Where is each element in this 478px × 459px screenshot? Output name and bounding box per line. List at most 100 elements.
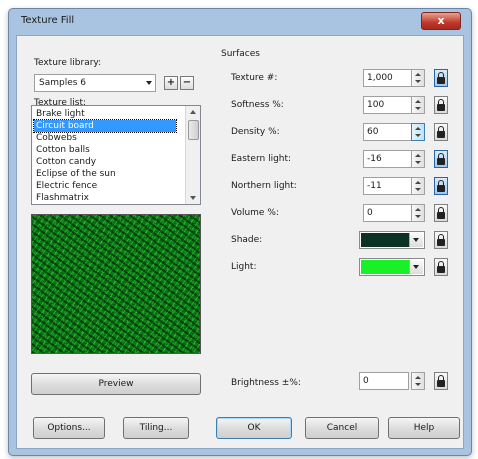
lock-icon-body xyxy=(437,266,445,273)
arrow-down-icon xyxy=(415,80,421,83)
texture-number-label: Texture #: xyxy=(231,73,278,83)
texture-number-value: 1,000 xyxy=(367,73,393,83)
density-value: 60 xyxy=(367,127,379,137)
arrow-up-icon xyxy=(415,376,421,379)
texture-library-value: Samples 6 xyxy=(39,78,87,88)
northern-light-lock[interactable] xyxy=(434,177,448,195)
lock-icon-body xyxy=(437,77,445,84)
eastern-light-label: Eastern light: xyxy=(231,154,292,164)
arrow-down-icon xyxy=(415,161,421,164)
arrow-down-icon xyxy=(415,215,421,218)
northern-light-value: -11 xyxy=(367,181,382,191)
texture-number-field[interactable]: 1,000 xyxy=(363,69,417,87)
light-color-picker[interactable] xyxy=(359,258,425,276)
list-item[interactable]: Eclipse of the sun xyxy=(34,168,176,180)
light-dropdown[interactable] xyxy=(409,260,423,274)
brightness-lock[interactable] xyxy=(434,372,448,390)
lock-icon-body xyxy=(437,104,445,111)
eastern-light-value: -16 xyxy=(367,154,382,164)
arrow-up-icon xyxy=(415,100,421,103)
density-field[interactable]: 60 xyxy=(363,123,417,141)
texture-library-dropdown[interactable]: Samples 6 xyxy=(34,74,156,92)
scroll-up-icon[interactable] xyxy=(190,110,196,114)
brightness-field[interactable]: 0 xyxy=(359,372,409,390)
eastern-light-lock[interactable] xyxy=(434,150,448,168)
scroll-thumb[interactable] xyxy=(188,120,199,140)
options-button[interactable]: Options... xyxy=(33,417,105,439)
arrow-up-icon xyxy=(415,73,421,76)
volume-value: 0 xyxy=(367,208,373,218)
shade-dropdown[interactable] xyxy=(409,233,423,247)
volume-stepper[interactable] xyxy=(411,204,425,222)
list-item-selected[interactable]: Circuit board xyxy=(33,119,177,133)
arrow-up-icon xyxy=(415,181,421,184)
density-lock[interactable] xyxy=(434,123,448,141)
texture-number-lock[interactable] xyxy=(434,69,448,87)
surfaces-heading: Surfaces xyxy=(221,49,260,59)
density-stepper[interactable] xyxy=(411,123,425,141)
texture-preview-image xyxy=(31,214,201,354)
minus-icon: − xyxy=(182,77,192,88)
help-button[interactable]: Help xyxy=(388,417,460,439)
list-item[interactable]: Cotton balls xyxy=(34,144,176,156)
close-icon: x xyxy=(437,14,445,27)
shade-lock[interactable] xyxy=(434,231,448,249)
brightness-label: Brightness ±%: xyxy=(231,378,301,388)
ok-button[interactable]: OK xyxy=(216,417,292,439)
eastern-light-stepper[interactable] xyxy=(411,150,425,168)
shade-label: Shade: xyxy=(231,235,263,245)
northern-light-field[interactable]: -11 xyxy=(363,177,417,195)
dialog-title: Texture Fill xyxy=(21,15,75,26)
list-scrollbar[interactable] xyxy=(185,106,200,204)
softness-field[interactable]: 100 xyxy=(363,96,417,114)
brightness-value: 0 xyxy=(363,376,369,386)
softness-label: Softness %: xyxy=(231,100,284,110)
volume-label: Volume %: xyxy=(231,208,279,218)
list-item[interactable]: Flashmatrix xyxy=(34,192,176,204)
list-item[interactable]: Brake light xyxy=(34,108,176,120)
chevron-down-icon xyxy=(413,265,419,269)
shade-swatch xyxy=(361,233,409,247)
arrow-up-icon xyxy=(415,127,421,130)
texture-number-stepper[interactable] xyxy=(411,69,425,87)
chevron-down-icon xyxy=(413,238,419,242)
tiling-button[interactable]: Tiling... xyxy=(123,417,189,439)
title-bar: Texture Fill x xyxy=(9,9,471,33)
lock-icon-body xyxy=(437,239,445,246)
list-item[interactable]: Electric fence xyxy=(34,180,176,192)
northern-light-stepper[interactable] xyxy=(411,177,425,195)
volume-field[interactable]: 0 xyxy=(363,204,417,222)
scroll-down-icon[interactable] xyxy=(190,196,196,200)
lock-icon-body xyxy=(437,212,445,219)
arrow-down-icon xyxy=(415,134,421,137)
arrow-up-icon xyxy=(415,154,421,157)
brightness-stepper[interactable] xyxy=(411,372,425,390)
close-button[interactable]: x xyxy=(421,12,461,30)
texture-library-label: Texture library: xyxy=(34,58,102,68)
shade-color-picker[interactable] xyxy=(359,231,425,249)
list-item[interactable]: Cobwebs xyxy=(34,132,176,144)
preview-button[interactable]: Preview xyxy=(31,373,201,395)
arrow-down-icon xyxy=(415,383,421,386)
plus-icon: + xyxy=(166,77,176,88)
chevron-down-icon xyxy=(146,81,152,85)
texture-listbox[interactable]: Brake light Circuit board Cobwebs Cotton… xyxy=(31,105,201,205)
softness-value: 100 xyxy=(367,100,385,110)
softness-lock[interactable] xyxy=(434,96,448,114)
light-swatch xyxy=(361,260,409,274)
northern-light-label: Northern light: xyxy=(231,181,297,191)
lock-icon-body xyxy=(437,185,445,192)
list-item[interactable]: Cotton candy xyxy=(34,156,176,168)
remove-library-button[interactable]: − xyxy=(180,76,194,90)
eastern-light-field[interactable]: -16 xyxy=(363,150,417,168)
lock-icon-body xyxy=(437,131,445,138)
volume-lock[interactable] xyxy=(434,204,448,222)
density-label: Density %: xyxy=(231,127,280,137)
add-library-button[interactable]: + xyxy=(164,76,178,90)
cancel-button[interactable]: Cancel xyxy=(305,417,379,439)
light-lock[interactable] xyxy=(434,258,448,276)
arrow-up-icon xyxy=(415,208,421,211)
softness-stepper[interactable] xyxy=(411,96,425,114)
arrow-down-icon xyxy=(415,188,421,191)
lock-icon-body xyxy=(437,380,445,387)
